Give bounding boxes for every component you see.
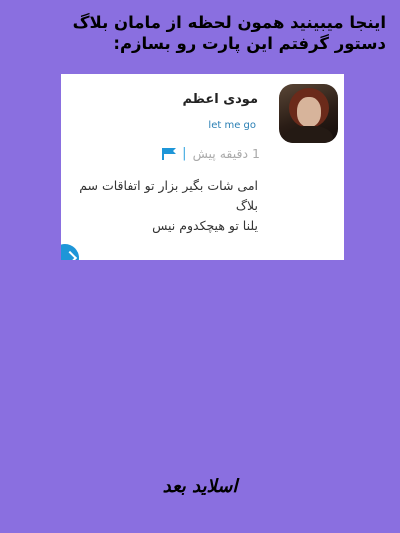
- user-subtitle: let me go: [208, 120, 256, 131]
- header-line-2: دستور گرفتم این پارت رو بسازم:: [113, 34, 386, 53]
- username[interactable]: مودی اعظم: [182, 92, 258, 107]
- post-message: امی شات بگیر بزار تو اتفاقات سم بلاگ یلن…: [61, 176, 258, 236]
- post-timestamp: 1 دقیقه پیش: [192, 146, 260, 161]
- meta-separator: |: [182, 146, 187, 161]
- message-line: امی شات بگیر بزار تو اتفاقات سم: [79, 178, 258, 193]
- post-card: مودی اعظم let me go | 1 دقیقه پیش امی شا…: [61, 74, 344, 260]
- scroll-up-icon[interactable]: [61, 244, 79, 260]
- avatar[interactable]: [279, 84, 338, 143]
- message-line: یلنا تو هیچکدوم نیس: [152, 218, 258, 233]
- next-slide-label: اسلاید بعد: [162, 476, 238, 497]
- header-caption: اینجا میبینید همون لحظه از مامان بلاگ دس…: [12, 12, 386, 54]
- message-line: بلاگ: [235, 198, 258, 213]
- post-meta: | 1 دقیقه پیش: [162, 146, 260, 161]
- flag-icon[interactable]: [162, 147, 177, 160]
- header-line-1: اینجا میبینید همون لحظه از مامان بلاگ: [72, 13, 386, 32]
